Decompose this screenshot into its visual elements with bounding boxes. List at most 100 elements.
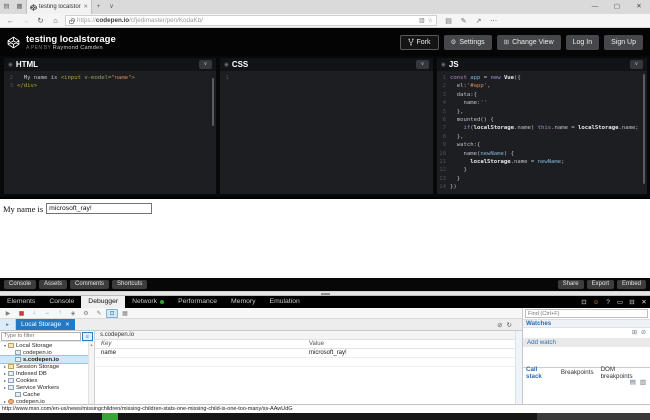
chevron-down-icon[interactable]: ∨ xyxy=(199,60,212,69)
folder-icon xyxy=(8,364,14,369)
close-window-button[interactable]: ✕ xyxy=(628,0,650,14)
refresh-button[interactable]: ↻ xyxy=(33,16,48,25)
step-over-icon[interactable]: → xyxy=(41,310,53,316)
web-note-icon[interactable]: ✎ xyxy=(456,17,471,25)
fork-button[interactable]: Fork xyxy=(400,35,439,50)
line-number: 1 xyxy=(437,74,450,82)
devtools-tab-elements[interactable]: Elements xyxy=(0,296,42,308)
step-out-icon[interactable]: ↑ xyxy=(54,310,66,316)
devtools-tab-console[interactable]: Console xyxy=(42,296,81,308)
footer-button-shortcuts[interactable]: Shortcuts xyxy=(112,280,147,289)
local-storage-source-tab[interactable]: Local Storage ✕ xyxy=(16,319,75,330)
devtools-tab-memory[interactable]: Memory xyxy=(224,296,263,308)
name-input[interactable] xyxy=(46,203,152,214)
browser-tab-bar: ▤▦ testing localstorage ✕ + ∨ —▢✕ xyxy=(0,0,650,14)
devtools-tab-emulation[interactable]: Emulation xyxy=(263,296,307,308)
html-editor-scrollbar[interactable] xyxy=(212,78,214,126)
find-input[interactable] xyxy=(525,309,648,318)
chevron-down-icon[interactable]: ∨ xyxy=(416,60,429,69)
more-actions-icon[interactable]: ⋯ xyxy=(486,17,501,25)
clear-storage-icon[interactable]: ⊘ xyxy=(497,321,502,329)
set-tabs-aside-icon[interactable]: ▦ xyxy=(13,0,26,14)
feedback-smiley-icon[interactable]: ☺ xyxy=(590,299,602,306)
settings-button[interactable]: ⚙Settings xyxy=(444,35,492,50)
tree-item-s-codepen-io[interactable]: s.codepen.io xyxy=(0,356,88,363)
footer-button-embed[interactable]: Embed xyxy=(617,280,646,289)
refresh-storage-icon[interactable]: ↻ xyxy=(507,321,512,329)
back-button[interactable]: ← xyxy=(3,16,18,25)
continue-icon[interactable]: ▶ xyxy=(2,310,14,317)
break-all-icon[interactable]: ▮▮ xyxy=(15,310,27,317)
filter-toggle-icon[interactable]: ≡ xyxy=(82,332,93,341)
undock-icon[interactable]: ▭ xyxy=(614,298,626,306)
tree-item-cookies[interactable]: ▸Cookies xyxy=(0,377,88,384)
filter-input[interactable] xyxy=(1,332,81,341)
footer-button-console[interactable]: Console xyxy=(4,280,36,289)
forward-button[interactable]: → xyxy=(18,16,33,25)
tree-item-indexed-db[interactable]: ▸Indexed DB xyxy=(0,370,88,377)
tree-item-service-workers[interactable]: ▸Service Workers xyxy=(0,384,88,391)
source-maps-icon[interactable]: ▦ xyxy=(119,310,131,317)
html-code-area[interactable]: 2 My name is <input v-model="name">3</di… xyxy=(4,71,216,194)
pen-author-link[interactable]: Raymond Camden xyxy=(53,45,103,51)
devtools-tab-debugger[interactable]: Debugger xyxy=(81,296,125,308)
frame-options-icon[interactable]: ▥ xyxy=(640,378,646,387)
tree-scrollbar[interactable]: ▲ xyxy=(88,342,94,404)
just-my-code-icon[interactable]: ⊡ xyxy=(106,309,118,318)
new-tab-button[interactable]: + xyxy=(92,0,105,14)
maximize-button[interactable]: ▢ xyxy=(606,0,628,14)
add-watch-link[interactable]: Add watch xyxy=(523,338,650,347)
source-tab-row: ▸ Local Storage ✕ ⊘ ↻ xyxy=(0,319,522,331)
devtools-panel: ElementsConsoleDebuggerNetworkPerformanc… xyxy=(0,296,650,413)
close-source-tab-icon[interactable]: ✕ xyxy=(65,322,70,328)
css-code-area[interactable]: 1 xyxy=(220,71,433,194)
reading-view-icon[interactable]: ▥ xyxy=(419,17,425,24)
step-into-icon[interactable]: ↓ xyxy=(28,310,40,316)
pretty-print-icon[interactable]: ✎ xyxy=(93,310,105,317)
line-number: 3 xyxy=(4,82,17,90)
tab-preview-icon[interactable]: ▤ xyxy=(0,0,13,14)
dock-icon[interactable]: ⊟ xyxy=(626,298,638,306)
callstack-tab-breakpoints[interactable]: Breakpoints xyxy=(561,369,594,376)
async-frames-icon[interactable]: ▤ xyxy=(630,378,636,387)
tab-title: testing localstorage xyxy=(39,4,81,10)
exception-settings-icon[interactable]: ⚙ xyxy=(80,310,92,317)
chevron-down-icon[interactable]: ∨ xyxy=(630,60,643,69)
table-scrollbar[interactable] xyxy=(515,331,522,404)
favorite-star-icon[interactable]: ☆ xyxy=(428,17,433,24)
tree-item-codepen-io[interactable]: codepen.io xyxy=(0,349,88,356)
browser-tab[interactable]: testing localstorage ✕ xyxy=(26,0,92,14)
close-devtools-icon[interactable]: ✕ xyxy=(638,298,650,306)
value-column-header[interactable]: Value xyxy=(305,340,515,348)
url-input[interactable]: https://codepen.io/cfjedimaster/pen/Koda… xyxy=(65,15,437,26)
footer-button-export[interactable]: Export xyxy=(587,280,614,289)
open-file-folder-icon[interactable]: ▸ xyxy=(0,319,16,330)
clear-watches-icon[interactable]: ⊘ xyxy=(641,329,646,337)
footer-button-share[interactable]: Share xyxy=(558,280,584,289)
storage-row[interactable]: namemicrosoft_ray! xyxy=(95,349,515,358)
share-icon[interactable]: ↗ xyxy=(471,17,486,25)
home-button[interactable]: ⌂ xyxy=(48,16,63,25)
tree-item-session-storage[interactable]: ▸Session Storage xyxy=(0,363,88,370)
change-view-button[interactable]: ⊞Change View xyxy=(497,35,561,50)
select-element-icon[interactable]: ⊡ xyxy=(578,298,590,306)
help-icon[interactable]: ? xyxy=(602,299,614,306)
hub-icon[interactable]: ▤ xyxy=(441,17,456,25)
key-column-header[interactable]: Key xyxy=(95,340,305,348)
sign-up-button[interactable]: Sign Up xyxy=(604,35,643,50)
tab-list-chevron-icon[interactable]: ∨ xyxy=(105,0,118,14)
log-in-button[interactable]: Log In xyxy=(566,35,599,50)
tree-item-cache[interactable]: Cache xyxy=(0,391,88,398)
js-editor-scrollbar[interactable] xyxy=(643,74,645,184)
break-on-new-worker-icon[interactable]: ◈ xyxy=(67,310,79,317)
minimize-button[interactable]: — xyxy=(584,0,606,14)
tree-item-local-storage[interactable]: ▾Local Storage xyxy=(0,342,88,349)
footer-button-comments[interactable]: Comments xyxy=(70,280,109,289)
window-controls: —▢✕ xyxy=(584,0,650,14)
devtools-tab-performance[interactable]: Performance xyxy=(171,296,224,308)
devtools-tab-network[interactable]: Network xyxy=(125,296,171,308)
footer-button-assets[interactable]: Assets xyxy=(39,280,67,289)
js-code-area[interactable]: 1const app = new Vue({2 el:'#app',3 data… xyxy=(437,71,647,194)
add-watch-icon[interactable]: ⊞ xyxy=(632,329,637,337)
close-tab-icon[interactable]: ✕ xyxy=(83,4,88,10)
